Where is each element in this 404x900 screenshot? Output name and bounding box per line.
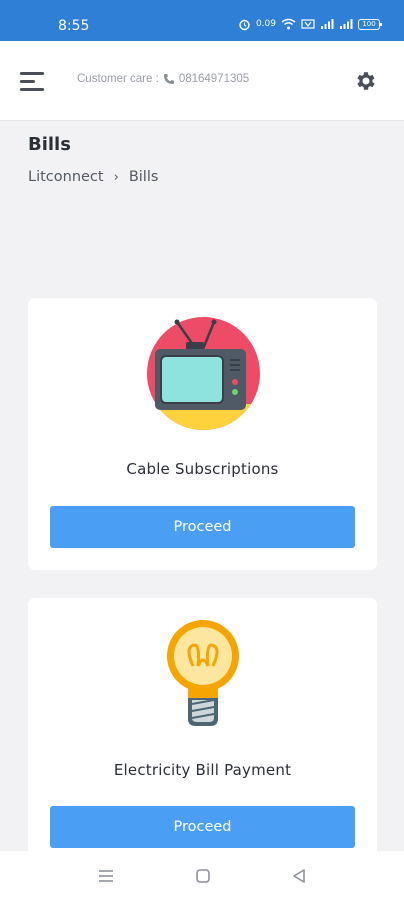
breadcrumb-home[interactable]: Litconnect	[28, 169, 104, 185]
breadcrumb-current: Bills	[128, 169, 159, 185]
electricity-bill-card: Electricity Bill Payment Proceed	[28, 598, 377, 868]
signal-icon-2	[340, 19, 353, 29]
chevron-right-icon: ›	[113, 169, 119, 185]
proceed-button[interactable]: Proceed	[50, 806, 355, 848]
alarm-icon	[239, 19, 250, 30]
status-time: 8:55	[58, 18, 90, 34]
cable-subscription-card: Cable Subscriptions Proceed	[28, 298, 377, 570]
system-nav-bar	[0, 851, 404, 900]
battery-icon: 100	[358, 18, 382, 30]
signal-icon-1	[321, 19, 334, 29]
status-bar: 8:55 0.09 100	[0, 0, 404, 41]
breadcrumb: Litconnect › Bills	[28, 169, 158, 185]
home-icon[interactable]	[194, 867, 212, 885]
battery-level: 100	[362, 20, 376, 28]
tv-icon	[147, 317, 260, 430]
app-header: Customer care : 08164971305	[0, 41, 404, 121]
customer-care: Customer care : 08164971305	[77, 73, 249, 85]
back-icon[interactable]	[290, 867, 308, 885]
page-title: Bills	[28, 134, 71, 155]
phone-icon	[163, 74, 174, 84]
settings-gear-icon[interactable]	[354, 69, 378, 93]
card-title: Cable Subscriptions	[126, 460, 279, 478]
proceed-button[interactable]: Proceed	[50, 506, 355, 548]
lightbulb-icon	[167, 620, 239, 726]
customer-care-phone[interactable]: 08164971305	[179, 73, 249, 85]
card-title: Electricity Bill Payment	[113, 761, 292, 779]
wifi-icon	[281, 18, 296, 30]
network-speed: 0.09	[255, 19, 276, 29]
status-icons: 0.09 100	[238, 17, 382, 31]
volte-icon	[301, 19, 315, 29]
recent-apps-icon[interactable]	[97, 867, 115, 885]
customer-care-label: Customer care :	[77, 73, 159, 85]
menu-icon[interactable]	[20, 72, 44, 92]
